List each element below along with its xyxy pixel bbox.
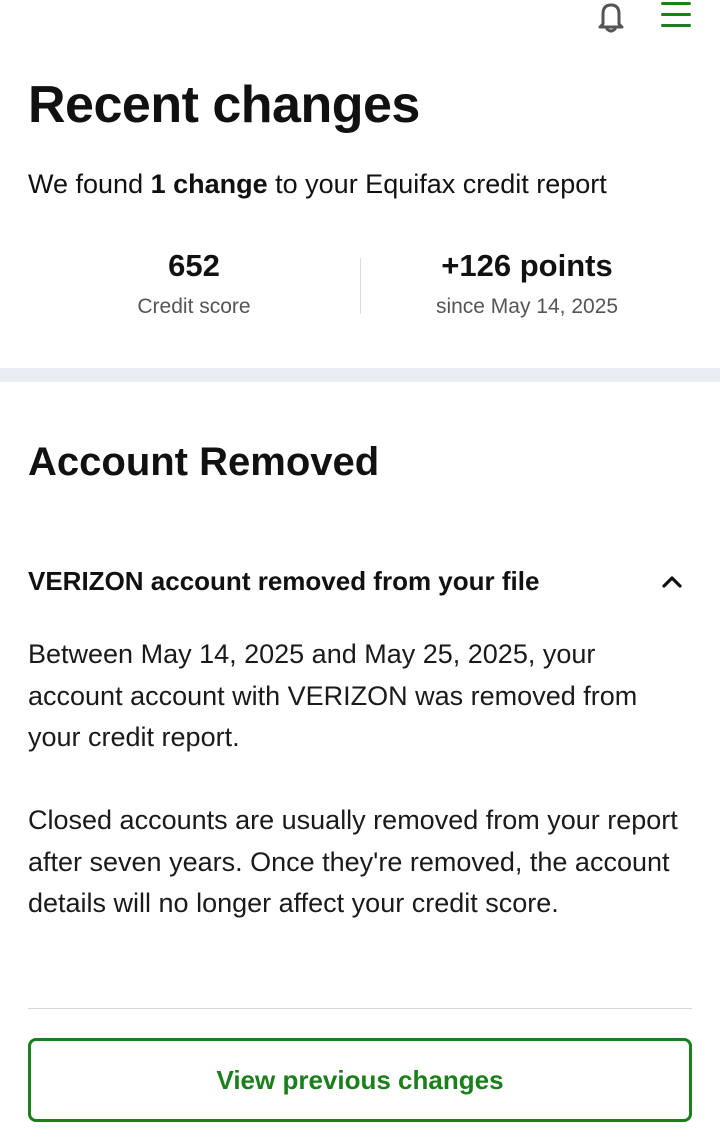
bell-icon[interactable]: [594, 0, 628, 34]
removal-explanation-text: Closed accounts are usually removed from…: [28, 805, 678, 918]
change-count: 1 change: [150, 169, 268, 199]
divider: [28, 1008, 692, 1009]
section-separator: [0, 368, 720, 382]
credit-score-label: Credit score: [137, 295, 251, 318]
accordion-header[interactable]: VERIZON account removed from your file: [28, 560, 692, 604]
view-previous-changes-button[interactable]: View previous changes: [28, 1038, 692, 1122]
recent-changes-page: Recent changes We found 1 change to your…: [0, 0, 720, 1141]
score-change-stat: +126 points since May 14, 2025: [362, 246, 692, 321]
change-summary: We found 1 change to your Equifax credit…: [28, 166, 607, 202]
summary-suffix: to your Equifax credit report: [267, 169, 607, 199]
score-change-label: since May 14, 2025: [435, 295, 619, 318]
credit-score-stat: 652 Credit score: [29, 246, 359, 321]
page-title: Recent changes: [28, 76, 420, 134]
credit-score-value: 652: [168, 248, 220, 283]
section-title: Account Removed: [28, 440, 380, 484]
summary-prefix: We found: [28, 169, 151, 199]
stat-divider: [360, 258, 361, 314]
removal-details-text: Between May 14, 2025 and May 25, 2025, y…: [28, 639, 638, 752]
accordion-title: VERIZON account removed from your file: [28, 566, 540, 596]
chevron-up-icon[interactable]: [660, 570, 684, 594]
hamburger-menu-icon[interactable]: [658, 0, 694, 30]
top-bar: [0, 0, 720, 40]
score-change-value: +126 points: [441, 248, 613, 283]
